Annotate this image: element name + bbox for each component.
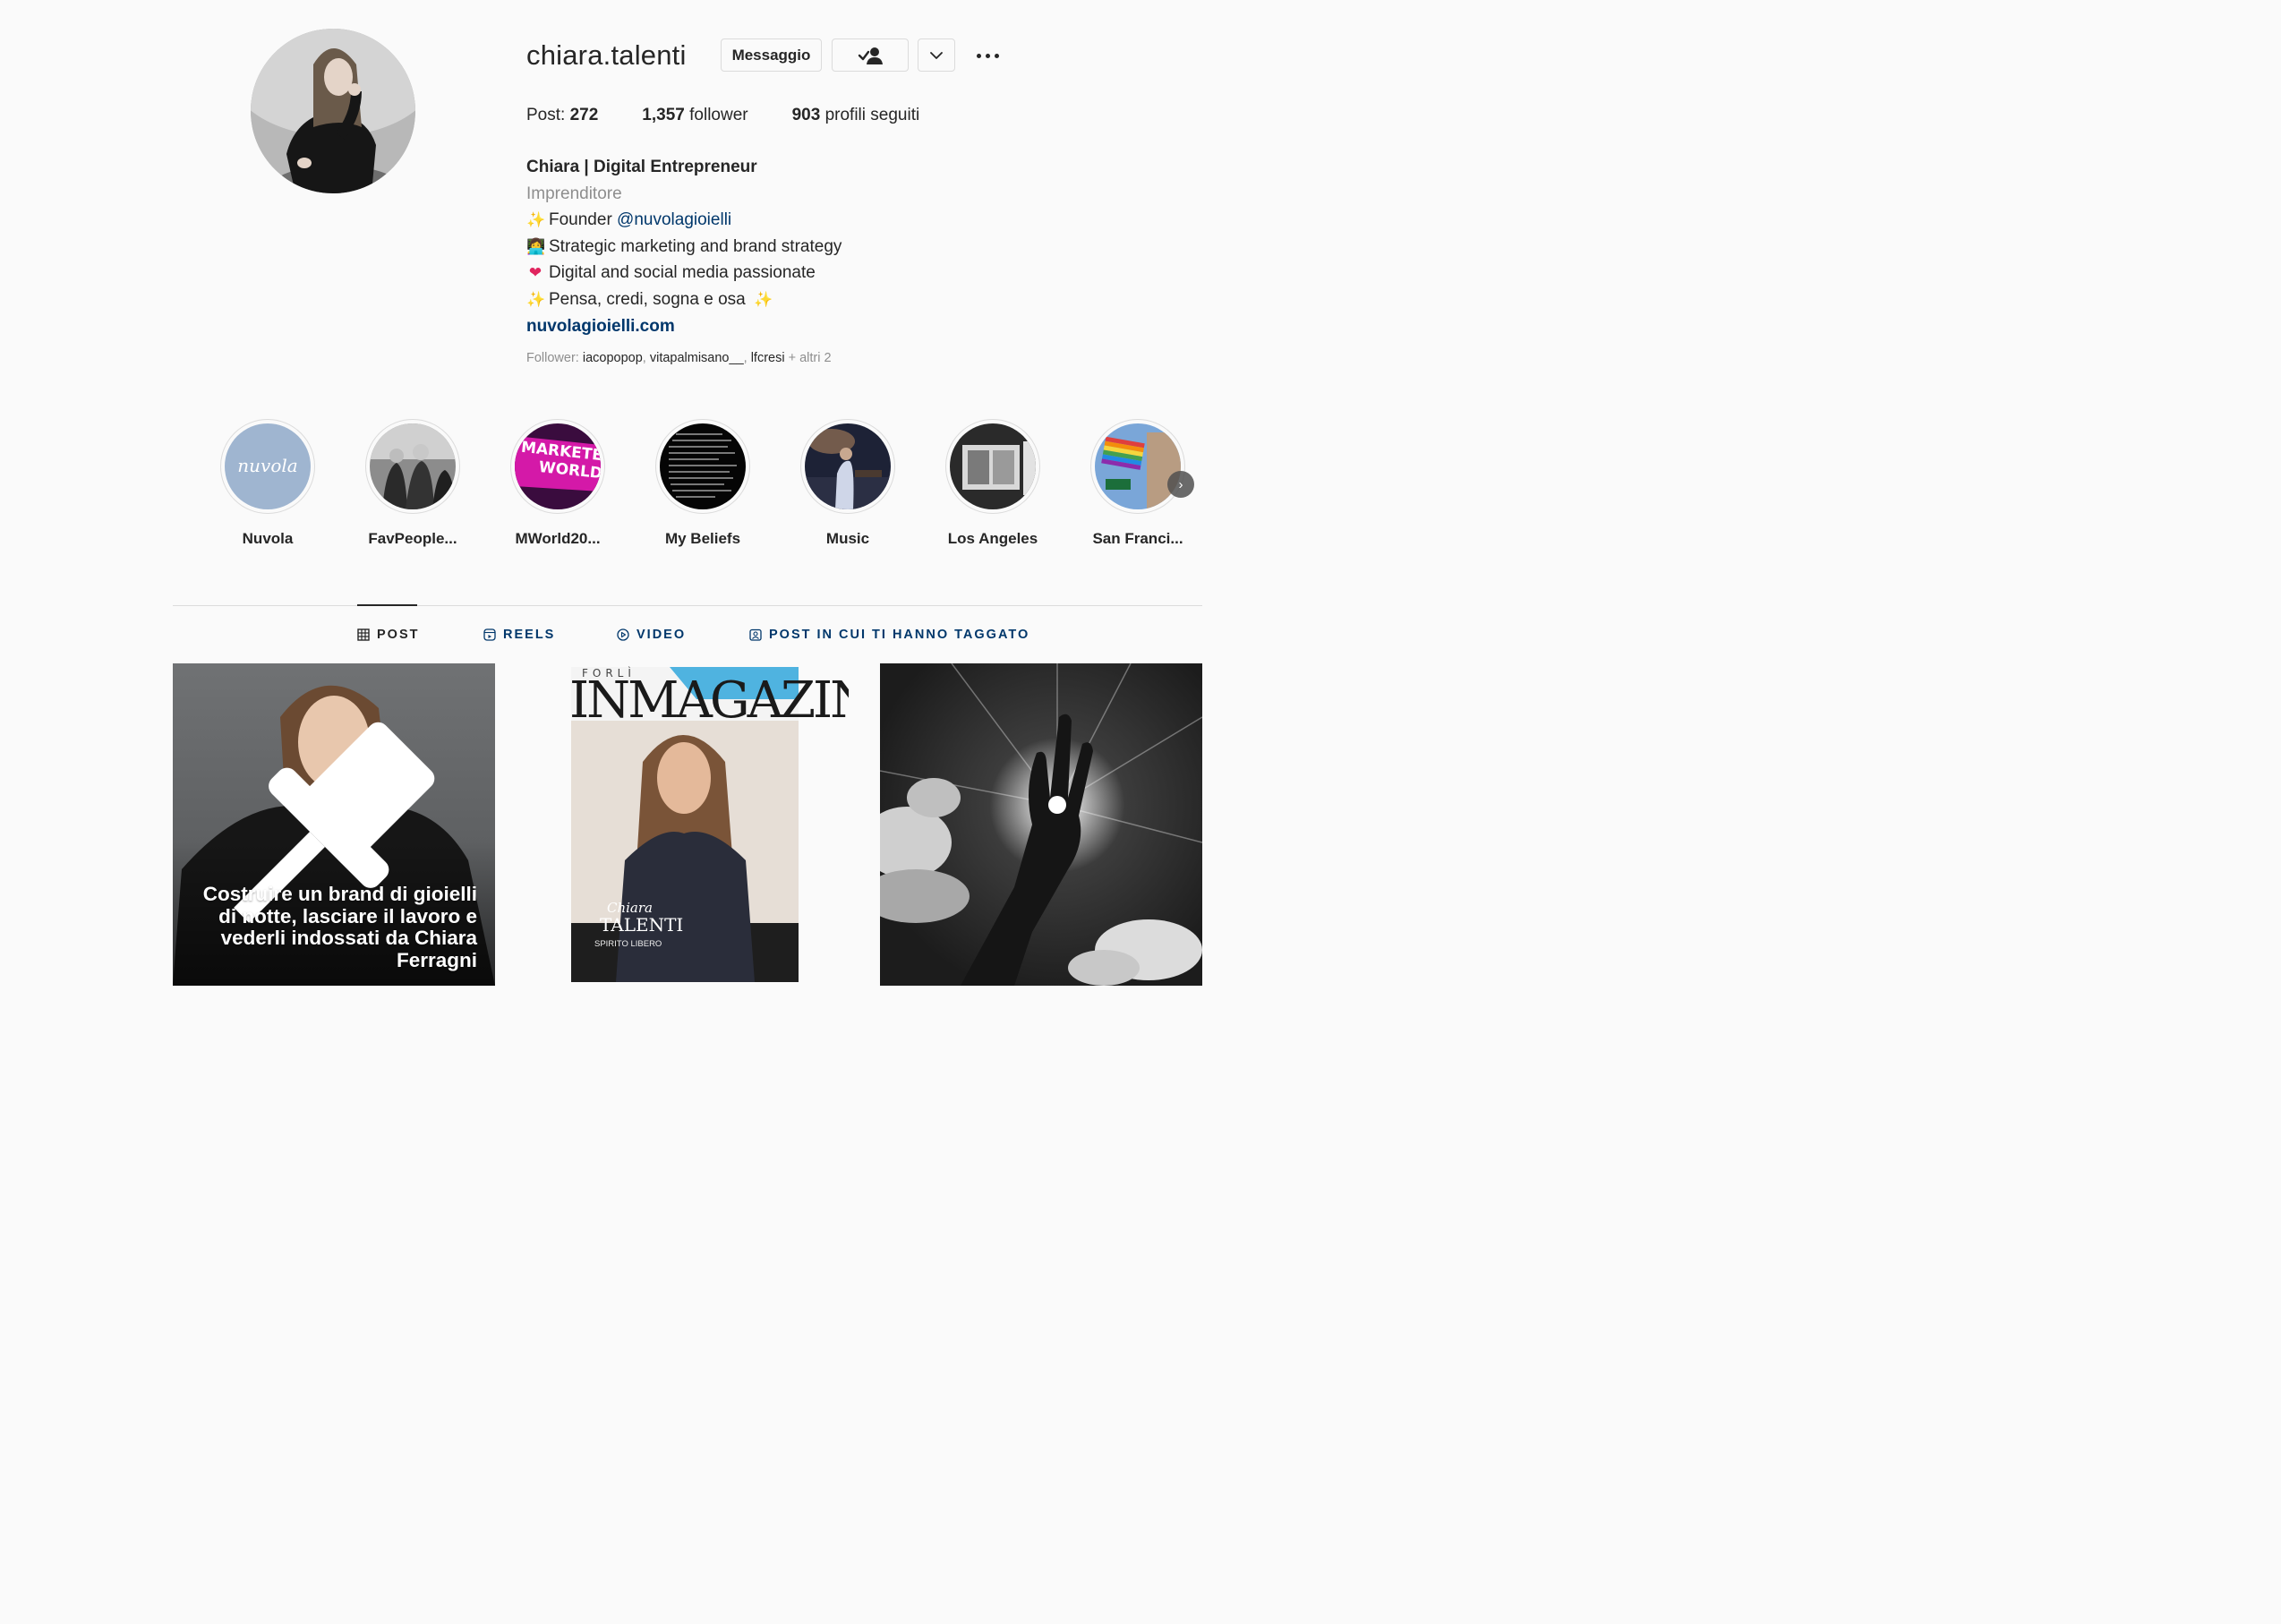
tab-tagged[interactable]: POST IN CUI TI HANNO TAGGATO [749,626,1029,644]
highlight-label: My Beliefs [664,530,741,547]
followed-by-user[interactable]: iacopopop [583,351,643,365]
reels-icon [483,628,496,641]
magazine-masthead: INMAGAZINE [569,671,849,730]
tag-portrait-icon [749,628,762,641]
following-count[interactable]: 903 profili seguiti [792,106,920,125]
followed-by-user[interactable]: lfcresi [751,351,785,365]
highlight-cover [805,423,891,509]
highlight-cover [950,423,1036,509]
post-tile-magazine[interactable]: FORLÌ INMAGAZINE Chiara TALENTI SPIRITO … [526,663,849,986]
highlight-label: MWorld20... [515,530,601,547]
post-caption-overlay: Costruire un brand di gioielli di notte,… [202,883,477,971]
sparkles-icon: ✨ [526,290,546,308]
mention-link[interactable]: @nuvolagioielli [617,210,731,229]
highlight-label: Los Angeles [947,530,1038,547]
highlight-cover: nuvola [225,423,311,509]
tab-posts[interactable]: POST [357,626,419,644]
person-check-icon [858,47,883,64]
laptop-person-icon: 👩‍💻 [526,237,546,255]
full-name: Chiara | Digital Entrepreneur [526,158,757,176]
heart-icon: ❤ [528,264,542,282]
profile-stats: Post: 272 1,357 follower 903 profili seg… [526,106,963,125]
category-label: Imprenditore [526,184,622,203]
highlight-cover: MARKETE WORLD [515,423,601,509]
highlight-favpeople[interactable]: FavPeople... [365,419,460,548]
highlight-los-angeles[interactable]: Los Angeles [945,419,1040,548]
post-tile-pinned[interactable]: Costruire un brand di gioielli di notte,… [173,663,495,986]
highlight-cover [1095,423,1181,509]
highlight-my-beliefs[interactable]: My Beliefs [655,419,750,548]
bio-line-digital: ❤ Digital and social media passionate [526,260,1028,286]
username: chiara.talenti [526,39,687,71]
more-horizontal-icon [976,53,981,58]
more-options-button[interactable] [972,45,1003,66]
highlight-cover [370,423,456,509]
chevron-down-icon [930,51,943,59]
nuvola-logo: nuvola [237,455,297,476]
tab-video[interactable]: VIDEO [617,626,686,644]
highlight-label: San Franci... [1092,530,1183,547]
bio-line-marketing: 👩‍💻 Strategic marketing and brand strateg… [526,234,1028,261]
active-tab-indicator [357,604,417,606]
profile-avatar[interactable] [251,29,415,193]
highlight-cover [660,423,746,509]
highlight-nuvola[interactable]: nuvola Nuvola [220,419,315,548]
bio-line-founder: ✨ Founder @nuvolagioielli [526,207,1028,234]
post-tile-sky[interactable] [880,663,1202,986]
story-highlights: nuvola Nuvola FavPeople... MARKETE WORLD… [220,419,1205,553]
highlight-label: FavPeople... [368,530,457,547]
followers-count[interactable]: 1,357 follower [642,106,748,125]
following-button[interactable] [832,38,909,72]
bio-line-motto: ✨ Pensa, credi, sogna e osa ✨ [526,286,1028,313]
magazine-cover-subtitle: SPIRITO LIBERO [594,939,662,949]
profile-bio: Chiara | Digital Entrepreneur Imprendito… [526,154,1028,339]
play-circle-icon [617,628,629,641]
highlight-label: Music [825,530,870,547]
highlight-mworld[interactable]: MARKETE WORLD MWorld20... [510,419,605,548]
suggested-accounts-button[interactable] [918,38,955,72]
sparkles-icon: ✨ [753,290,773,308]
highlight-label: Nuvola [242,530,294,547]
tab-reels[interactable]: REELS [483,626,555,644]
username-row: chiara.talenti [526,38,687,73]
website-link[interactable]: nuvolagioielli.com [526,313,1028,340]
posts-count: Post: 272 [526,106,599,124]
tabs-divider [173,605,1202,606]
highlights-next-button[interactable]: › [1167,471,1194,498]
post-image [880,663,1202,986]
followed-by[interactable]: Follower: iacopopop, vitapalmisano__, lf… [526,351,832,365]
grid-icon [357,628,370,641]
magazine-cover-name: TALENTI [600,914,684,936]
highlight-music[interactable]: Music [800,419,895,548]
message-button[interactable]: Messaggio [721,38,822,72]
sparkles-icon: ✨ [526,211,546,229]
followed-by-user[interactable]: vitapalmisano__ [650,351,744,365]
chevron-right-icon: › [1178,476,1183,492]
